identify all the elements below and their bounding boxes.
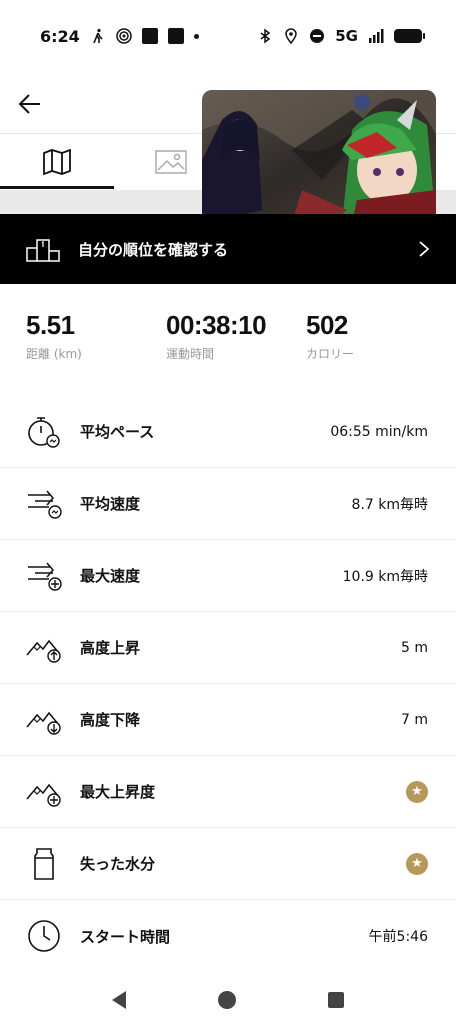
list-item: 平均ペース 06:55 min/km [0, 396, 456, 468]
list-item: 最大上昇度 ★ [0, 756, 456, 828]
battery-icon [394, 29, 425, 43]
network-type: 5G [335, 27, 358, 45]
status-time: 6:24 [40, 26, 80, 46]
back-arrow-icon[interactable] [16, 90, 44, 118]
video-overlay[interactable] [202, 90, 436, 222]
app-icon [141, 28, 158, 44]
metric-value: 8.7 km毎時 [351, 496, 428, 513]
metric-name: 失った水分 [80, 855, 156, 873]
notification-dot-icon [193, 33, 199, 39]
walk-icon [93, 28, 103, 44]
distance-label: 距離 (km) [26, 347, 82, 361]
distance-value: 5.51 [26, 310, 75, 340]
metric-value: 10.9 km毎時 [342, 568, 428, 585]
app-icon [167, 28, 184, 44]
bluetooth-icon [260, 28, 271, 44]
signal-icon [369, 29, 384, 43]
nav-recents-icon[interactable] [328, 992, 344, 1008]
location-icon [285, 28, 298, 44]
list-item: 最大速度 10.9 km毎時 [0, 540, 456, 612]
list-item: 高度下降 7 m [0, 684, 456, 756]
max-speed-icon [24, 558, 64, 594]
clock-icon [24, 918, 64, 954]
calories-stat: 502 カロリー [306, 310, 446, 362]
distance-stat: 5.51 距離 (km) [26, 310, 166, 362]
elevation-gain-icon [24, 630, 64, 666]
metric-name: 最大上昇度 [80, 783, 156, 801]
metric-value: 06:55 min/km [330, 423, 428, 440]
video-thumbnail-image [202, 90, 436, 222]
tab-map[interactable] [0, 135, 114, 189]
avg-speed-icon [24, 486, 64, 522]
metric-value: 7 m [401, 711, 428, 728]
status-bar: 6:24 5G [0, 0, 456, 72]
dnd-icon [310, 29, 325, 43]
system-nav-bar [0, 976, 456, 1024]
metric-name: スタート時間 [80, 927, 171, 946]
duration-value: 00:38:10 [166, 310, 267, 340]
metric-value: 5 m [401, 639, 428, 656]
podium-icon [26, 239, 60, 262]
stopwatch-icon [24, 414, 64, 450]
metric-value: 午前5:46 [368, 929, 428, 945]
list-item: 失った水分 ★ [0, 828, 456, 900]
metric-name: 平均速度 [80, 495, 141, 513]
list-item: スタート時間 午前5:46 [0, 900, 456, 972]
metrics-list: 平均ペース 06:55 min/km 平均速度 8.7 km毎時 最大速度 10… [0, 396, 456, 972]
metric-name: 平均ペース [80, 423, 155, 441]
max-ascent-icon [24, 774, 64, 810]
list-item: 高度上昇 5 m [0, 612, 456, 684]
premium-star-icon[interactable]: ★ [406, 780, 428, 803]
calories-value: 502 [306, 310, 348, 340]
nav-home-icon[interactable] [218, 991, 236, 1009]
metric-name: 高度下降 [80, 711, 141, 729]
water-bottle-icon [24, 846, 64, 882]
metric-name: 高度上昇 [80, 639, 141, 657]
elevation-loss-icon [24, 702, 64, 738]
nav-back-icon[interactable] [112, 991, 126, 1009]
image-icon [155, 150, 187, 174]
calories-label: カロリー [306, 347, 355, 361]
duration-stat: 00:38:10 運動時間 [166, 310, 306, 362]
duration-label: 運動時間 [166, 347, 215, 361]
map-icon [43, 149, 71, 175]
ranking-label: 自分の順位を確認する [78, 240, 229, 259]
metric-name: 最大速度 [80, 567, 141, 585]
target-icon [116, 28, 132, 44]
premium-star-icon[interactable]: ★ [406, 852, 428, 875]
ranking-banner[interactable]: 自分の順位を確認する [0, 214, 456, 284]
summary-stats: 5.51 距離 (km) 00:38:10 運動時間 502 カロリー [26, 310, 446, 362]
chevron-right-icon [419, 241, 430, 257]
list-item: 平均速度 8.7 km毎時 [0, 468, 456, 540]
